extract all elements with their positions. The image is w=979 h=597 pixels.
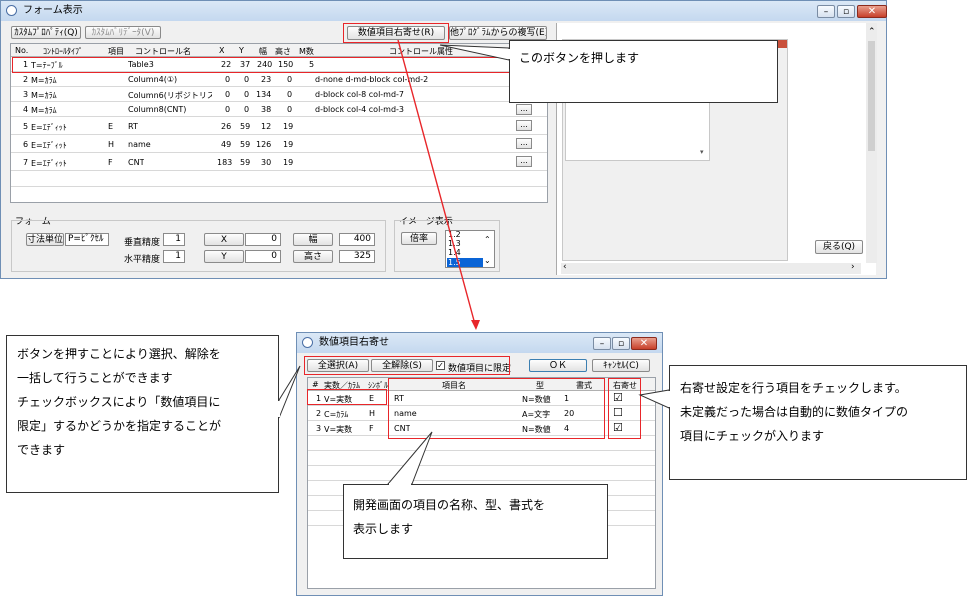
annotation-overlay xyxy=(278,39,670,485)
arrow-head xyxy=(471,320,480,330)
callout-pointer xyxy=(638,389,670,409)
callout-pointer xyxy=(439,44,510,61)
annotation-arrow xyxy=(397,39,477,329)
callout-pointer xyxy=(278,365,301,419)
callout-pointer xyxy=(386,431,433,485)
